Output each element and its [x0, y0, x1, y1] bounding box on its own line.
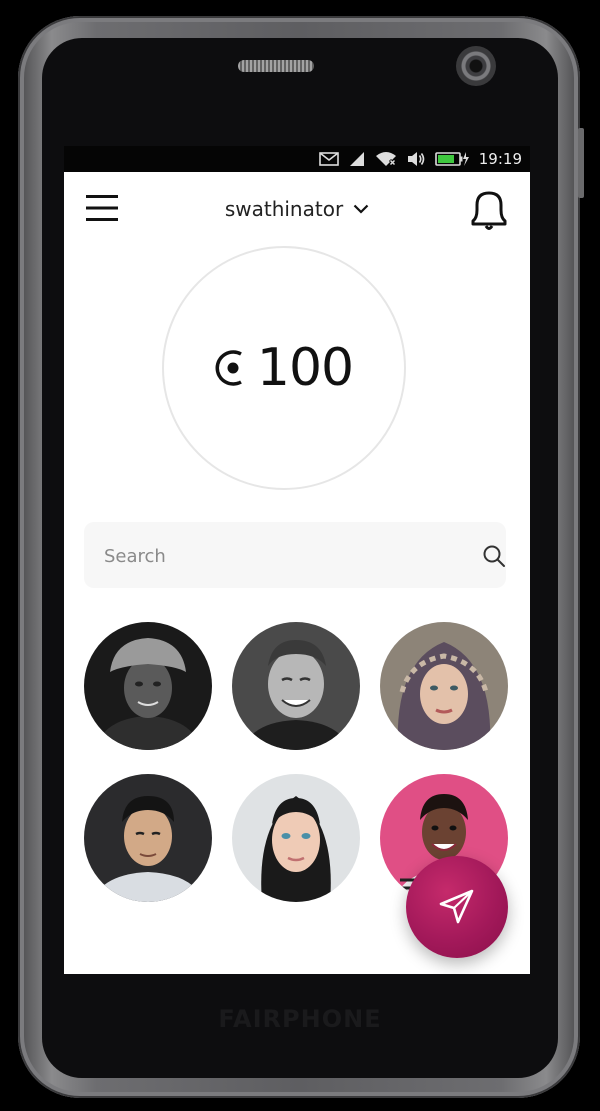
contact-avatar-4[interactable]	[84, 774, 212, 902]
avatar-photo-woman-braids	[232, 774, 360, 902]
bell-icon	[471, 191, 507, 230]
send-button[interactable]	[406, 856, 508, 958]
mail-icon	[318, 152, 339, 166]
status-icons: 19:19	[318, 146, 522, 172]
search-icon[interactable]	[482, 544, 506, 568]
phone-side-button	[578, 128, 584, 198]
contact-avatar-3[interactable]	[380, 622, 508, 750]
account-switcher[interactable]: swathinator	[214, 194, 380, 224]
status-bar: 19:19	[64, 146, 530, 172]
status-time: 19:19	[478, 150, 522, 168]
search-bar	[84, 522, 506, 590]
contact-avatar-1[interactable]	[84, 622, 212, 750]
avatar-photo-smiling-man	[232, 622, 360, 750]
send-paper-plane-icon	[439, 889, 474, 924]
chevron-down-icon	[353, 204, 369, 214]
contact-avatar-2[interactable]	[232, 622, 360, 750]
earpiece-speaker	[238, 60, 314, 72]
balance-amount: 100	[256, 338, 354, 398]
avatar-photo-woman-headscarf	[380, 622, 508, 750]
volume-icon	[407, 152, 425, 166]
account-name: swathinator	[224, 197, 344, 221]
wifi-icon	[375, 152, 396, 167]
coin-currency-icon	[215, 350, 242, 386]
device-brand-label: FAIRPHONE	[218, 1005, 382, 1033]
balance-display: 100	[162, 246, 406, 490]
contact-avatar-5[interactable]	[232, 774, 360, 902]
battery-charging-icon	[434, 152, 469, 166]
avatar-photo-man-white-shirt	[84, 774, 212, 902]
notifications-button[interactable]	[468, 188, 510, 232]
front-camera-icon	[456, 46, 496, 86]
avatar-photo-man-bucket-hat	[84, 622, 212, 750]
app-screen: 19:19 swathinator 100 Search	[64, 146, 530, 974]
hamburger-menu-icon	[86, 195, 118, 221]
cell-signal-icon	[349, 152, 364, 166]
app-bar: swathinator	[64, 172, 530, 242]
menu-button[interactable]	[86, 192, 118, 224]
search-input[interactable]	[102, 522, 446, 590]
